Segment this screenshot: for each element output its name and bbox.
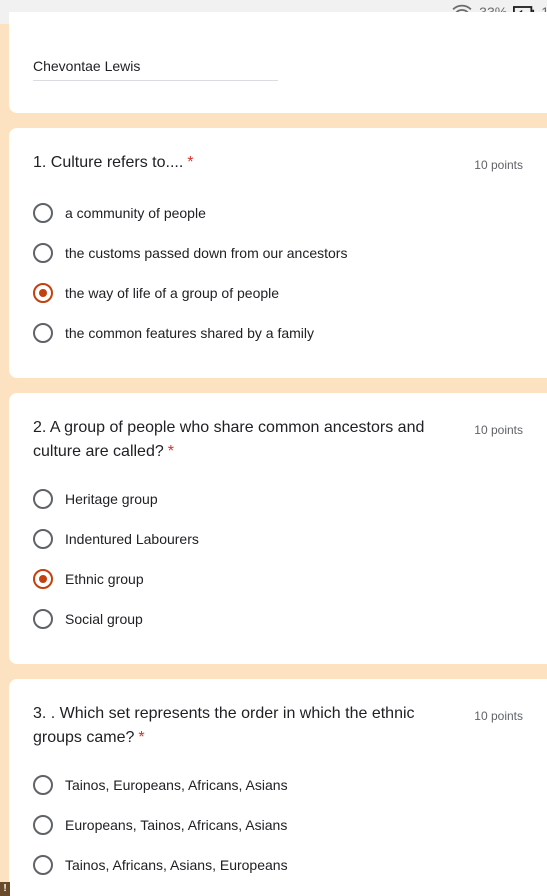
option-label: the customs passed down from our ancesto… bbox=[65, 245, 348, 261]
option-label: the common features shared by a family bbox=[65, 325, 315, 341]
option-label: Heritage group bbox=[65, 491, 158, 507]
question-text: 1. Culture refers to.... bbox=[33, 154, 184, 171]
radio-unchecked-icon[interactable] bbox=[33, 323, 53, 343]
option-radio[interactable]: the customs passed down from our ancesto… bbox=[33, 241, 347, 265]
question-card-3: 3. . Which set represents the order in w… bbox=[9, 679, 547, 896]
radio-unchecked-icon[interactable] bbox=[33, 243, 53, 263]
option-radio[interactable]: Europeans, Tainos, Africans, Asians bbox=[33, 813, 287, 837]
radio-unchecked-icon[interactable] bbox=[33, 775, 53, 795]
radio-checked-icon[interactable] bbox=[33, 283, 53, 303]
radio-unchecked-icon[interactable] bbox=[33, 855, 53, 875]
required-asterisk: * bbox=[167, 443, 174, 460]
question-card-1: 1. Culture refers to.... * 10 points a co… bbox=[9, 128, 547, 378]
points-label: 10 points bbox=[474, 709, 523, 723]
name-card: Chevontae Lewis bbox=[9, 12, 547, 113]
corner-alert-badge: ! bbox=[0, 882, 10, 896]
option-label: a community of people bbox=[65, 205, 206, 221]
option-radio[interactable]: the common features shared by a family bbox=[33, 321, 314, 345]
option-radio[interactable]: Indentured Labourers bbox=[33, 527, 199, 551]
option-radio[interactable]: the way of life of a group of people bbox=[33, 281, 279, 305]
question-card-2: 2. A group of people who share common an… bbox=[9, 393, 547, 664]
question-text: 3. . Which set represents the order in w… bbox=[33, 705, 415, 746]
option-label: Tainos, Africans, Asians, Europeans bbox=[65, 857, 288, 873]
radio-unchecked-icon[interactable] bbox=[33, 203, 53, 223]
option-label: Social group bbox=[65, 611, 143, 627]
option-radio[interactable]: Ethnic group bbox=[33, 567, 144, 591]
option-label: Indentured Labourers bbox=[65, 531, 199, 547]
radio-unchecked-icon[interactable] bbox=[33, 815, 53, 835]
option-radio[interactable]: Heritage group bbox=[33, 487, 158, 511]
radio-unchecked-icon[interactable] bbox=[33, 529, 53, 549]
radio-checked-icon[interactable] bbox=[33, 569, 53, 589]
points-label: 10 points bbox=[474, 158, 523, 172]
option-radio[interactable]: Tainos, Europeans, Africans, Asians bbox=[33, 773, 288, 797]
question-title: 3. . Which set represents the order in w… bbox=[33, 702, 443, 750]
name-input[interactable]: Chevontae Lewis bbox=[33, 58, 278, 81]
option-label: Tainos, Europeans, Africans, Asians bbox=[65, 777, 288, 793]
required-asterisk: * bbox=[138, 729, 145, 746]
option-radio[interactable]: a community of people bbox=[33, 201, 206, 225]
option-label: the way of life of a group of people bbox=[65, 285, 280, 301]
option-radio[interactable]: Tainos, Africans, Asians, Europeans bbox=[33, 853, 288, 877]
option-radio[interactable]: Social group bbox=[33, 607, 143, 631]
radio-unchecked-icon[interactable] bbox=[33, 489, 53, 509]
required-asterisk: * bbox=[187, 154, 194, 171]
option-label: Europeans, Tainos, Africans, Asians bbox=[65, 817, 288, 833]
question-text: 2. A group of people who share common an… bbox=[33, 419, 425, 460]
points-label: 10 points bbox=[474, 423, 523, 437]
question-title: 2. A group of people who share common an… bbox=[33, 416, 443, 464]
question-title: 1. Culture refers to.... * bbox=[33, 151, 443, 175]
radio-unchecked-icon[interactable] bbox=[33, 609, 53, 629]
option-label: Ethnic group bbox=[65, 571, 144, 587]
